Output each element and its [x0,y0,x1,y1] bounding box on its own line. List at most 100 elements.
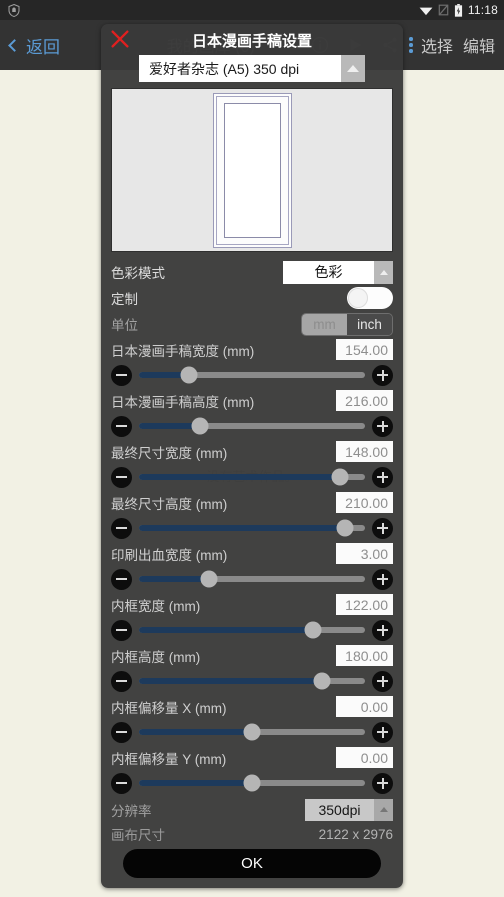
slider-fill [139,576,210,582]
slider-track[interactable] [139,774,365,792]
increment-button[interactable] [372,721,393,743]
slider-track[interactable] [139,723,365,741]
custom-row: 定制 [111,285,393,311]
chevron-up-icon [347,65,359,72]
edit-button[interactable]: 编辑 [463,33,495,57]
slider-value-field[interactable]: 216.00 [336,390,393,411]
slider-row [111,770,393,796]
slider-thumb[interactable] [200,570,218,588]
slider-value-field[interactable]: 148.00 [336,441,393,462]
color-mode-dropdown[interactable]: 色彩 [283,260,393,284]
decrement-button[interactable] [111,619,132,641]
slider-thumb[interactable] [243,774,261,792]
preview-page-inner-frame [223,102,281,238]
chevron-left-icon [8,38,21,52]
custom-toggle[interactable] [347,287,393,309]
unit-segmented-control[interactable]: mm inch [301,312,393,336]
slider-track[interactable] [139,672,365,690]
slider-track[interactable] [139,468,365,486]
slider-track[interactable] [139,417,365,435]
decrement-button[interactable] [111,364,132,386]
slider-thumb[interactable] [180,366,198,384]
increment-button[interactable] [372,466,393,488]
slider-thumb[interactable] [336,519,354,537]
preset-dropdown[interactable]: 爱好者杂志 (A5) 350 dpi [139,55,365,82]
decrement-button[interactable] [111,568,132,590]
dialog-body: 爱好者杂志 (A5) 350 dpi 色彩模式 色彩 定制 单位 mm inch… [101,55,403,841]
decrement-button[interactable] [111,517,132,539]
slider-track[interactable] [139,366,365,384]
decrement-button[interactable] [111,415,132,437]
decrement-button[interactable] [111,466,132,488]
ok-button[interactable]: OK [123,849,381,878]
shield-icon [8,3,20,17]
unit-option-inch[interactable]: inch [347,313,392,335]
slider-track[interactable] [139,519,365,537]
slider-value-field[interactable]: 0.00 [336,747,393,768]
slider-thumb[interactable] [304,621,322,639]
back-label: 返回 [26,37,60,57]
overflow-menu-icon[interactable] [405,37,421,53]
increment-button[interactable] [372,568,393,590]
slider-value-field[interactable]: 3.00 [336,543,393,564]
increment-button[interactable] [372,364,393,386]
status-bar-clock: 11:18 [467,3,498,17]
slider-row [111,413,393,439]
unit-row: 单位 mm inch [111,311,393,337]
increment-button[interactable] [372,415,393,437]
increment-button[interactable] [372,772,393,794]
preset-value: 爱好者杂志 (A5) 350 dpi [149,60,300,77]
select-button[interactable]: 选择 [421,33,453,57]
slider-label: 内框偏移量 Y (mm) [111,751,227,767]
status-bar-left [8,3,419,17]
chevron-up-icon [379,807,388,812]
unit-label: 单位 [111,318,138,333]
slider-row [111,617,393,643]
resolution-arrow[interactable] [374,798,393,821]
slider-track[interactable] [139,570,365,588]
resolution-dropdown[interactable]: 350dpi [305,798,393,821]
preset-arrow[interactable] [341,55,365,82]
canvas-size-label: 画布尺寸 [111,828,165,841]
slider-thumb[interactable] [331,468,349,486]
slider-fill [139,525,345,531]
signal-off-icon [438,4,449,16]
slider-track[interactable] [139,621,365,639]
slider-row [111,362,393,388]
decrement-button[interactable] [111,772,132,794]
slider-thumb[interactable] [313,672,331,690]
decrement-button[interactable] [111,721,132,743]
slider-thumb[interactable] [243,723,261,741]
decrement-button[interactable] [111,670,132,692]
back-button[interactable]: 返回 [0,33,110,58]
slider-value-field[interactable]: 0.00 [336,696,393,717]
app-root: 11:18 返回 我的画库 (0) [0,0,504,897]
slider-thumb[interactable] [191,417,209,435]
toggle-knob [348,288,368,308]
color-mode-arrow[interactable] [374,260,393,284]
slider-fill [139,474,341,480]
slider-label: 日本漫画手稿高度 (mm) [111,394,255,410]
unit-option-mm[interactable]: mm [302,313,347,335]
slider-label: 内框宽度 (mm) [111,598,201,614]
slider-list: 日本漫画手稿宽度 (mm) 154.00 日本漫画手稿高度 (mm) 216.00 最终… [111,337,393,796]
increment-button[interactable] [372,670,393,692]
slider-fill [139,729,252,735]
color-mode-value: 色彩 [314,264,343,280]
color-mode-row: 色彩模式 色彩 [111,259,393,285]
page-preview [111,88,393,252]
increment-button[interactable] [372,619,393,641]
slider-value-field[interactable]: 180.00 [336,645,393,666]
slider-value-row: 印刷出血宽度 (mm) 3.00 [111,541,393,566]
slider-value-field[interactable]: 122.00 [336,594,393,615]
chevron-up-icon [379,269,388,275]
slider-row [111,515,393,541]
toolbar-actions: 选择 编辑 [421,33,504,57]
slider-row [111,719,393,745]
slider-label: 印刷出血宽度 (mm) [111,547,228,563]
increment-button[interactable] [372,517,393,539]
slider-value-field[interactable]: 210.00 [336,492,393,513]
slider-value-row: 内框偏移量 Y (mm) 0.00 [111,745,393,770]
wifi-icon [419,7,433,15]
slider-value-field[interactable]: 154.00 [336,339,393,360]
